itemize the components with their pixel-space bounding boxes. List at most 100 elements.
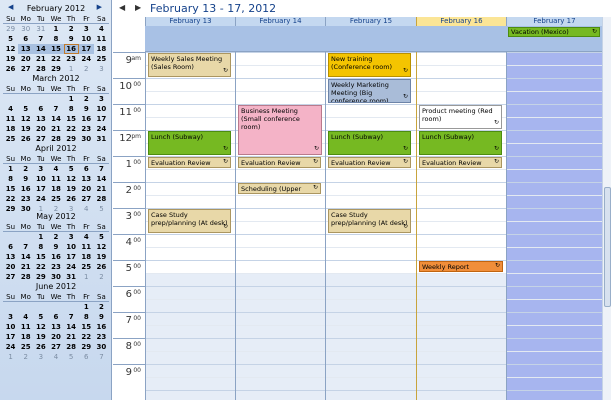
mini-calendar-day[interactable]: 23 — [48, 262, 63, 272]
time-slot[interactable] — [236, 325, 325, 338]
mini-calendar-day[interactable]: 1 — [48, 24, 63, 34]
mini-calendar-day[interactable]: 28 — [64, 342, 79, 352]
time-slot[interactable] — [236, 260, 325, 273]
mini-calendar-day[interactable]: 1 — [33, 232, 48, 242]
mini-calendar-day[interactable]: 13 — [3, 252, 18, 262]
time-slot[interactable] — [507, 117, 602, 130]
next-month-icon[interactable]: ▶ — [97, 3, 102, 11]
time-slot[interactable] — [507, 273, 602, 286]
time-slot[interactable] — [326, 169, 416, 182]
mini-calendar-day[interactable]: 4 — [3, 104, 18, 114]
time-slot[interactable] — [326, 117, 416, 130]
time-slot[interactable] — [146, 286, 235, 299]
day-column[interactable]: Weekly Sales Meeting (Sales Room) ↻ Lunch … — [145, 52, 235, 400]
time-slot[interactable] — [326, 377, 416, 390]
time-slot[interactable] — [507, 247, 602, 260]
time-slot[interactable] — [236, 390, 325, 400]
mini-calendar-day[interactable]: 4 — [48, 352, 63, 362]
time-slot[interactable] — [326, 286, 416, 299]
mini-calendar-day[interactable]: 20 — [18, 54, 33, 64]
mini-calendar-day[interactable]: 23 — [94, 332, 109, 342]
mini-calendar-day[interactable]: 24 — [64, 262, 79, 272]
mini-calendar-day[interactable]: 10 — [94, 104, 109, 114]
mini-calendar-day[interactable]: 5 — [94, 232, 109, 242]
time-slot[interactable] — [326, 273, 416, 286]
mini-calendar-day[interactable]: 21 — [48, 124, 63, 134]
calendar-event[interactable]: Lunch (Subway) ↻ — [419, 131, 502, 155]
time-slot[interactable] — [236, 247, 325, 260]
mini-calendar-day[interactable]: 15 — [3, 184, 18, 194]
time-slot[interactable] — [146, 234, 235, 247]
time-slot[interactable] — [417, 364, 506, 377]
time-slot[interactable] — [236, 208, 325, 221]
time-slot[interactable] — [146, 390, 235, 400]
calendar-event[interactable]: Lunch (Subway) ↻ — [328, 131, 411, 155]
mini-calendar-day[interactable]: 30 — [94, 342, 109, 352]
time-slot[interactable] — [507, 390, 602, 400]
mini-calendar-day[interactable]: 27 — [48, 342, 63, 352]
mini-calendar-day[interactable]: 5 — [3, 34, 18, 44]
mini-calendar-day[interactable]: 16 — [79, 114, 94, 124]
calendar-event[interactable]: Evaluation Review ↻ — [148, 157, 231, 168]
time-slot[interactable] — [507, 78, 602, 91]
mini-calendar-day[interactable]: 22 — [33, 262, 48, 272]
time-slot[interactable] — [146, 247, 235, 260]
time-slot[interactable] — [236, 52, 325, 65]
day-header[interactable]: February 15 — [325, 17, 416, 26]
mini-calendar-day[interactable]: 16 — [63, 44, 79, 54]
mini-calendar-day[interactable]: 3 — [94, 94, 109, 104]
time-slot[interactable] — [326, 325, 416, 338]
mini-calendar-day[interactable]: 26 — [33, 342, 48, 352]
mini-calendar-day[interactable]: 21 — [64, 332, 79, 342]
mini-calendar-day[interactable]: 6 — [79, 164, 94, 174]
time-slot[interactable] — [417, 299, 506, 312]
time-slot[interactable] — [326, 195, 416, 208]
mini-calendar-day[interactable]: 17 — [33, 184, 48, 194]
mini-calendar-day[interactable]: 18 — [94, 44, 109, 54]
time-slot[interactable] — [326, 260, 416, 273]
mini-calendar-day[interactable]: 4 — [18, 312, 33, 322]
time-slot[interactable] — [236, 234, 325, 247]
time-slot[interactable] — [417, 65, 506, 78]
mini-calendar-day[interactable]: 3 — [3, 312, 18, 322]
mini-calendar-day[interactable]: 6 — [48, 312, 63, 322]
mini-calendar-day[interactable]: 11 — [79, 242, 94, 252]
mini-calendar-day[interactable]: 14 — [94, 174, 109, 184]
mini-calendar-day[interactable]: 2 — [48, 232, 63, 242]
mini-calendar-day[interactable]: 9 — [94, 312, 109, 322]
next-arrow-icon[interactable]: ▶ — [135, 3, 141, 12]
time-slot[interactable] — [326, 351, 416, 364]
mini-calendar-day[interactable]: 7 — [18, 242, 33, 252]
time-slot[interactable] — [417, 377, 506, 390]
scrollbar-thumb[interactable] — [604, 187, 611, 307]
mini-calendar-day[interactable]: 20 — [3, 262, 18, 272]
mini-calendar-day[interactable]: 12 — [33, 322, 48, 332]
mini-calendar-day[interactable]: 19 — [64, 184, 79, 194]
mini-calendar-day[interactable]: 1 — [79, 302, 94, 312]
time-slot[interactable] — [417, 234, 506, 247]
time-slot[interactable] — [507, 182, 602, 195]
time-slot[interactable] — [507, 143, 602, 156]
time-slot[interactable] — [417, 390, 506, 400]
mini-calendar-day[interactable]: 25 — [94, 54, 109, 64]
mini-calendar-day[interactable]: 1 — [64, 94, 79, 104]
time-slot[interactable] — [146, 260, 235, 273]
time-slot[interactable] — [146, 104, 235, 117]
mini-calendar-day[interactable]: 14 — [18, 252, 33, 262]
time-slot[interactable] — [236, 312, 325, 325]
vertical-scrollbar[interactable] — [602, 17, 611, 400]
time-slot[interactable] — [146, 351, 235, 364]
day-header[interactable]: February 17 — [506, 17, 602, 26]
time-slot[interactable] — [326, 104, 416, 117]
mini-calendar-day[interactable]: 3 — [33, 164, 48, 174]
time-slot[interactable] — [146, 169, 235, 182]
time-slot[interactable] — [236, 377, 325, 390]
time-slot[interactable] — [146, 312, 235, 325]
mini-calendar-day[interactable]: 3 — [33, 352, 48, 362]
mini-calendar-day[interactable]: 14 — [33, 44, 49, 54]
time-slot[interactable] — [507, 260, 602, 273]
day-column[interactable]: Business Meeting (Small conference room)… — [235, 52, 325, 400]
calendar-event[interactable]: Business Meeting (Small conference room)… — [238, 105, 322, 155]
mini-calendar-day[interactable]: 2 — [18, 352, 33, 362]
time-slot[interactable] — [507, 169, 602, 182]
